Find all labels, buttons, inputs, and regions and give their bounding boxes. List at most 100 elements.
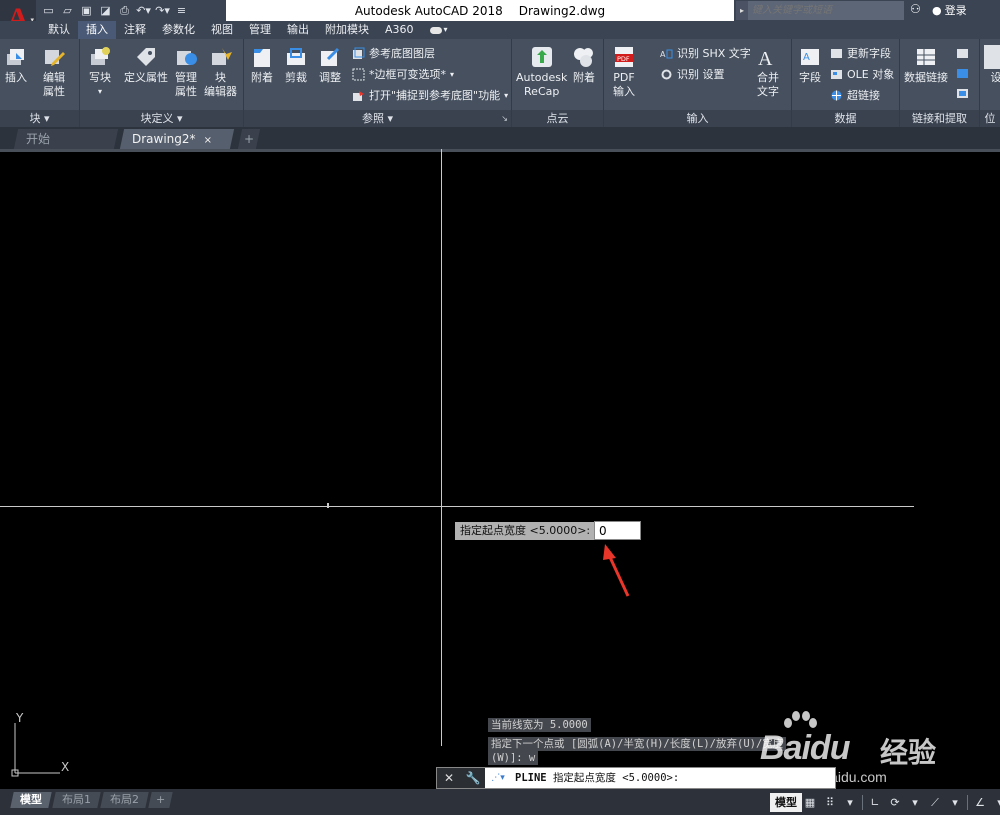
tab-drawing2[interactable]: Drawing2* × <box>119 129 235 151</box>
tab-featured-apps[interactable]: ▾ <box>422 21 456 39</box>
tab-manage[interactable]: 管理 <box>241 21 279 39</box>
dynamic-input-field[interactable] <box>594 521 641 540</box>
recognize-shx-icon: A <box>660 49 673 59</box>
frames-vary-dropdown[interactable]: *边框可变选项* ▾ <box>352 66 454 82</box>
insert-button[interactable]: 插入 <box>4 45 28 85</box>
ribbon-tabs-bar: 默认 插入 注释 参数化 视图 管理 输出 附加模块 A360 ▾ <box>0 21 1000 39</box>
polar-icon[interactable]: ⟳ <box>887 795 903 811</box>
update-fields-icon <box>831 48 842 58</box>
tab-insert[interactable]: 插入 <box>78 21 116 39</box>
panel-reference-title[interactable]: 参照 ▾ ↘ <box>244 110 511 127</box>
recognize-shx-button[interactable]: A 识别 SHX 文字 <box>660 45 751 61</box>
attach-button[interactable]: 附着 <box>250 45 274 85</box>
separator <box>967 795 968 810</box>
block-editor-icon <box>211 48 232 65</box>
redo-icon[interactable]: ↷▾ <box>154 3 171 19</box>
layout-tab-layout2[interactable]: 布局2 <box>100 792 149 808</box>
wrench-icon[interactable]: 🔧 <box>461 768 485 788</box>
block-editor-button[interactable]: 块 编辑器 <box>204 45 237 99</box>
chevron-down-icon[interactable]: ▾ <box>947 795 963 811</box>
ortho-icon[interactable]: ∟ <box>867 795 883 811</box>
tab-default[interactable]: 默认 <box>40 21 78 39</box>
underlay-layers-button[interactable]: 参考底图图层 <box>352 45 435 61</box>
search-input[interactable] <box>748 1 904 20</box>
sign-in-button[interactable]: ● 登录 <box>932 2 967 18</box>
tab-start[interactable]: 开始 <box>13 129 119 149</box>
combine-text-button[interactable]: A 合并 文字 <box>756 45 780 99</box>
panel-block-definition-title[interactable]: 块定义 ▾ <box>80 110 243 127</box>
sign-in-label: 登录 <box>944 4 967 17</box>
print-icon[interactable]: ⎙ <box>116 3 133 19</box>
layout-tab-model[interactable]: 模型 <box>10 792 52 808</box>
settings-icon <box>661 69 672 79</box>
panel-linking: 数据链接 链接和提取 <box>900 39 980 127</box>
globe-icon <box>831 90 842 100</box>
extract-data-icon[interactable] <box>956 47 969 60</box>
download-link-icon[interactable] <box>956 87 969 100</box>
chevron-down-icon: ▾ <box>97 87 102 96</box>
grid-icon[interactable]: ▦ <box>802 795 818 811</box>
chevron-down-icon[interactable]: ▾ <box>907 795 923 811</box>
panel-launcher-icon[interactable]: ↘ <box>501 110 508 127</box>
angle-icon[interactable]: ∠ <box>972 795 988 811</box>
binoculars-icon[interactable]: ⚇ <box>910 2 921 16</box>
window-title: Autodesk AutoCAD 2018 Drawing2.dwg <box>226 0 734 21</box>
tab-parametric[interactable]: 参数化 <box>154 21 203 39</box>
point-cloud-attach-button[interactable]: 附着 <box>572 45 596 85</box>
layout-tab-layout1[interactable]: 布局1 <box>52 792 101 808</box>
baidu-logo: Baidu <box>760 729 850 767</box>
chevron-down-icon[interactable]: ▾ <box>992 795 1000 811</box>
field-button[interactable]: A 字段 <box>798 45 822 85</box>
file-title: Drawing2.dwg <box>518 3 606 18</box>
qat-menu-icon[interactable]: ≡ <box>173 3 190 19</box>
undo-icon[interactable]: ↶▾ <box>135 3 152 19</box>
panel-data-title: 数据 <box>792 110 899 127</box>
adjust-button[interactable]: 调整 <box>318 45 342 85</box>
model-space-button[interactable]: 模型 <box>770 793 802 812</box>
chevron-right-icon[interactable]: ▸ <box>736 1 748 20</box>
command-line-input[interactable]: PLINE 指定起点宽度 <5.0000>: <box>515 768 679 788</box>
tab-a360[interactable]: A360 <box>377 21 422 39</box>
new-icon[interactable]: ▭ <box>40 3 57 19</box>
ole-object-button[interactable]: OLE 对象 <box>830 66 894 82</box>
upload-link-icon[interactable] <box>956 67 969 80</box>
chevron-down-icon[interactable]: ▾ <box>842 795 858 811</box>
tab-output[interactable]: 输出 <box>279 21 317 39</box>
write-block-button[interactable]: 写块 ▾ <box>88 45 112 99</box>
location-set-button[interactable]: 设 <box>984 45 1000 85</box>
command-history-line: 指定下一个点或 [圆弧(A)/半宽(H)/长度(L)/放弃(U)/宽度 <box>488 737 787 751</box>
object-snap-icon[interactable]: ⟋ <box>927 795 943 811</box>
recap-icon <box>531 47 552 67</box>
tab-view[interactable]: 视图 <box>203 21 241 39</box>
recognize-settings-button[interactable]: 识别 设置 <box>660 66 725 82</box>
plus-icon: + <box>243 132 255 146</box>
clip-icon <box>287 48 305 65</box>
recent-commands-icon[interactable]: ⋰▾ <box>487 768 509 788</box>
data-link-button[interactable]: 数据链接 <box>904 45 948 85</box>
clip-button[interactable]: 剪裁 <box>284 45 308 85</box>
manage-attributes-button[interactable]: 管理 属性 <box>174 45 198 99</box>
define-attribute-button[interactable]: 定义属性 <box>124 45 168 85</box>
open-icon[interactable]: ▱ <box>59 3 76 19</box>
new-tab-button[interactable]: + <box>237 129 261 149</box>
tab-addins[interactable]: 附加模块 <box>317 21 377 39</box>
edit-attribute-icon <box>45 50 65 66</box>
update-fields-button[interactable]: 更新字段 <box>830 45 891 61</box>
snap-mode-icon[interactable]: ⠿ <box>822 795 838 811</box>
pdf-import-button[interactable]: PDF PDF 输入 <box>612 45 636 99</box>
close-icon[interactable]: ✕ <box>437 768 461 788</box>
plus-icon: + <box>156 793 166 806</box>
panel-block-definition: 写块 ▾ 定义属性 管理 属性 块 编辑器 块定义 ▾ <box>80 39 244 127</box>
close-icon[interactable]: × <box>203 131 211 151</box>
edit-attribute-button[interactable]: 编辑 属性 <box>42 45 66 99</box>
autodesk-recap-button[interactable]: Autodesk ReCap <box>516 45 567 99</box>
drawing-canvas[interactable]: 指定起点宽度 <5.0000>: Y X 当前线宽为 5.0000 指定下一个点… <box>0 149 1000 789</box>
saveas-icon[interactable]: ◪ <box>97 3 114 19</box>
new-layout-button[interactable]: + <box>148 792 173 808</box>
snap-to-underlay-dropdown[interactable]: 打开"捕捉到参考底图"功能 ▾ <box>352 87 508 103</box>
hyperlink-button[interactable]: 超链接 <box>830 87 880 103</box>
save-icon[interactable]: ▣ <box>78 3 95 19</box>
panel-block-title[interactable]: 块 ▾ <box>0 110 79 127</box>
tab-annotate[interactable]: 注释 <box>116 21 154 39</box>
jingyan-text: 经验 <box>880 736 937 769</box>
